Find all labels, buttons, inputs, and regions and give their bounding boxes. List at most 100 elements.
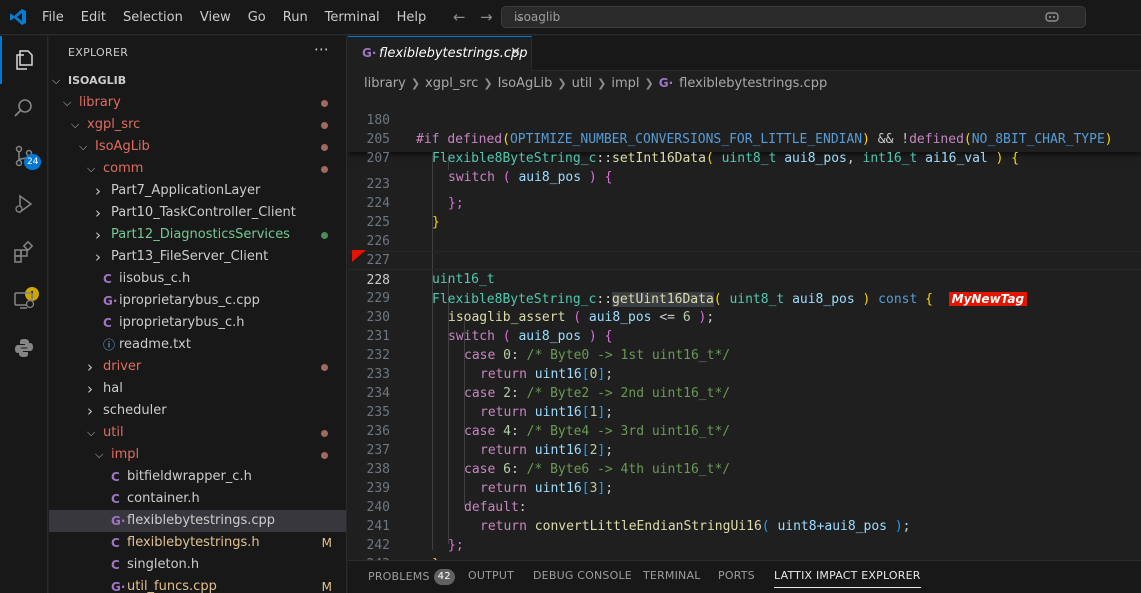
folder-item[interactable]: ⌵ IsoAgLib bbox=[49, 136, 346, 158]
tree-item-label: scheduler bbox=[103, 403, 167, 418]
folder-item[interactable]: › Part13_FileServer_Client bbox=[49, 246, 346, 268]
file-item[interactable]: Ciisobus_c.h bbox=[49, 268, 346, 290]
chevron-right-icon: › bbox=[95, 248, 101, 266]
forward-arrow-icon[interactable]: → bbox=[480, 8, 493, 26]
menu-terminal[interactable]: Terminal bbox=[325, 10, 380, 25]
chevron-down-icon: ⌵ bbox=[95, 448, 104, 461]
run-debug-icon[interactable] bbox=[0, 180, 48, 228]
chevron-right-icon: › bbox=[87, 358, 93, 376]
tab-lattix-impact-explorer[interactable]: LATTIX IMPACT EXPLORER bbox=[774, 569, 921, 588]
code-line: 226 bbox=[348, 213, 1141, 249]
sticky-scroll[interactable]: 180 #if defined(OPTIMIZE_NUMBER_CONVERSI… bbox=[348, 92, 1141, 185]
remote-explorer-icon[interactable] bbox=[0, 276, 48, 324]
tab-label: flexiblebytestrings.cpp bbox=[379, 46, 528, 61]
menu-run[interactable]: Run bbox=[283, 10, 308, 25]
file-item[interactable]: G· util_funcs.cpp M bbox=[49, 576, 346, 593]
tab-ports[interactable]: PORTS bbox=[718, 569, 755, 582]
file-item[interactable]: Cbitfieldwrapper_c.h bbox=[49, 466, 346, 488]
folder-item[interactable]: ⌵ library bbox=[49, 92, 346, 114]
folder-item[interactable]: › Part10_TaskController_Client bbox=[49, 202, 346, 224]
menu-bar: File Edit Selection View Go Run Terminal… bbox=[42, 0, 443, 35]
tab-terminal[interactable]: TERMINAL bbox=[643, 569, 701, 582]
folder-item[interactable]: › Part12_DiagnosticsServices bbox=[49, 224, 346, 246]
chevron-right-icon: ❯ bbox=[597, 76, 607, 90]
cpp-file-icon: G· bbox=[111, 580, 126, 593]
tree-item-label: flexiblebytestrings.h bbox=[127, 535, 260, 550]
menu-file[interactable]: File bbox=[42, 10, 64, 25]
code-line: 238 return uint16[3]; bbox=[348, 441, 1141, 496]
cpp-file-icon: G· bbox=[103, 294, 118, 308]
back-arrow-icon[interactable]: ← bbox=[453, 8, 466, 26]
breadcrumb-item[interactable]: xgpl_src bbox=[425, 76, 478, 91]
folder-item[interactable]: › driver bbox=[49, 356, 346, 378]
file-item[interactable]: G· flexiblebytestrings.cpp bbox=[49, 510, 346, 532]
file-item[interactable]: Ciproprietarybus_c.h bbox=[49, 312, 346, 334]
tree-item-label: iproprietarybus_c.h bbox=[119, 315, 245, 330]
code-line: 180 #if defined(OPTIMIZE_NUMBER_CONVERSI… bbox=[348, 92, 1141, 147]
python-icon[interactable] bbox=[0, 324, 48, 372]
tree-item-label: IsoAgLib bbox=[95, 139, 150, 154]
menu-help[interactable]: Help bbox=[397, 10, 427, 25]
folder-item[interactable]: ⌵ comm bbox=[49, 158, 346, 180]
file-item[interactable]: Ccontainer.h bbox=[49, 488, 346, 510]
more-actions-icon[interactable]: ⋯ bbox=[314, 40, 329, 58]
chevron-right-icon: › bbox=[95, 204, 101, 222]
file-item[interactable]: Cflexiblebytestrings.h M bbox=[49, 532, 346, 554]
folder-item[interactable]: › Part7_ApplicationLayer bbox=[49, 180, 346, 202]
tab-problems[interactable]: PROBLEMS 42 bbox=[368, 569, 455, 585]
menu-view[interactable]: View bbox=[200, 10, 231, 25]
chevron-down-icon: ⌵ bbox=[87, 162, 96, 175]
file-item[interactable]: G· iproprietarybus_c.cpp bbox=[49, 290, 346, 312]
folder-item[interactable]: › scheduler bbox=[49, 400, 346, 422]
folder-item[interactable]: ⌵ xgpl_src bbox=[49, 114, 346, 136]
c-header-icon: C bbox=[111, 492, 120, 506]
tab-debug-console[interactable]: DEBUG CONSOLE bbox=[533, 569, 632, 582]
breadcrumb-item[interactable]: library bbox=[364, 76, 406, 91]
git-status-dot bbox=[321, 122, 328, 129]
command-center-search[interactable]: isoaglib ⌄ bbox=[501, 6, 1086, 28]
breadcrumb-item[interactable]: impl bbox=[611, 76, 639, 91]
explorer-icon[interactable] bbox=[0, 36, 48, 84]
modified-badge: M bbox=[321, 536, 332, 550]
menu-selection[interactable]: Selection bbox=[123, 10, 183, 25]
code-editor[interactable]: 180 #if defined(OPTIMIZE_NUMBER_CONVERSI… bbox=[348, 92, 1141, 560]
file-item[interactable]: ⓘ readme.txt bbox=[49, 334, 346, 356]
code-line: 241 }; bbox=[348, 498, 1141, 553]
code-line: 205 Flexible8ByteString_c::setInt16Data(… bbox=[348, 111, 1141, 166]
breadcrumb-item[interactable]: flexiblebytestrings.cpp bbox=[679, 76, 827, 91]
search-icon[interactable] bbox=[0, 84, 48, 132]
c-header-icon: C bbox=[103, 272, 112, 286]
menu-edit[interactable]: Edit bbox=[81, 10, 106, 25]
bottom-panel: PROBLEMS 42 OUTPUT DEBUG CONSOLE TERMINAL… bbox=[348, 560, 1141, 593]
c-header-icon: C bbox=[111, 558, 120, 572]
breadcrumb-item[interactable]: IsoAgLib bbox=[498, 76, 553, 91]
file-item[interactable]: Csingleton.h bbox=[49, 554, 346, 576]
code-line: 227 uint16_t bbox=[348, 232, 1141, 287]
chevron-down-icon: ⌵ bbox=[52, 74, 61, 87]
cpp-file-icon: G· bbox=[111, 514, 126, 528]
folder-item[interactable]: ⌵ impl bbox=[49, 444, 346, 466]
git-status-dot bbox=[321, 452, 328, 459]
code-line: 231 case 0: /* Byte0 -> 1st uint16_t*/ bbox=[348, 308, 1141, 363]
tree-item-label: comm bbox=[103, 161, 144, 176]
close-icon[interactable]: ✕ bbox=[510, 45, 521, 60]
breadcrumb-item[interactable]: util bbox=[572, 76, 593, 91]
source-control-icon[interactable] bbox=[0, 132, 48, 180]
workspace-root[interactable]: ⌵ ISOAGLIB bbox=[49, 70, 346, 92]
folder-item[interactable]: › hal bbox=[49, 378, 346, 400]
tree-item-label: container.h bbox=[127, 491, 200, 506]
chevron-right-icon: ❯ bbox=[644, 76, 654, 90]
folder-item[interactable]: ⌵ util bbox=[49, 422, 346, 444]
chevron-right-icon: › bbox=[87, 402, 93, 420]
tab-output[interactable]: OUTPUT bbox=[468, 569, 514, 582]
chevron-right-icon: ❯ bbox=[483, 76, 493, 90]
menu-go[interactable]: Go bbox=[248, 10, 266, 25]
c-header-icon: C bbox=[111, 536, 120, 550]
workspace-root-label: ISOAGLIB bbox=[68, 74, 127, 87]
code-line: 234 return uint16[1]; bbox=[348, 365, 1141, 420]
tree-item-label: Part13_FileServer_Client bbox=[111, 249, 269, 264]
tab-flexiblebytestrings-cpp[interactable]: G· flexiblebytestrings.cpp ✕ bbox=[348, 36, 532, 71]
chevron-right-icon: › bbox=[95, 182, 101, 200]
extensions-icon[interactable] bbox=[0, 228, 48, 276]
chevron-down-icon[interactable]: ⌄ bbox=[514, 10, 1079, 24]
